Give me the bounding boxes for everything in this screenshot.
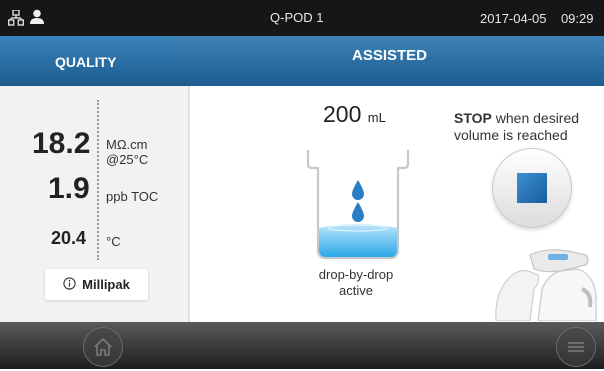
menu-icon xyxy=(568,342,584,352)
volume-display: 200 mL xyxy=(323,101,386,128)
header-bar: QUALITY ASSISTED xyxy=(0,36,604,86)
menu-button[interactable] xyxy=(556,327,596,367)
beaker-icon xyxy=(306,150,410,260)
user-icon[interactable] xyxy=(29,9,45,25)
home-icon xyxy=(94,337,112,356)
stop-instruction-bold: STOP xyxy=(454,110,492,126)
volume-value: 200 xyxy=(323,101,362,127)
temperature-value: 20.4 xyxy=(51,228,87,248)
resistivity-value: 18.2 xyxy=(32,127,91,160)
home-button[interactable] xyxy=(83,327,123,367)
dotted-separator xyxy=(97,100,99,260)
date-time: 2017-04-05 09:29 xyxy=(480,11,594,26)
tab-quality-label: QUALITY xyxy=(55,54,117,70)
stop-button[interactable] xyxy=(492,148,572,228)
network-icon xyxy=(8,10,24,26)
mode-title: ASSISTED xyxy=(352,47,428,64)
info-icon xyxy=(63,276,76,293)
device-name: Q-POD 1 xyxy=(270,10,324,25)
resistivity-temp: @25°C xyxy=(106,152,149,167)
stop-instruction: STOP when desired volume is reached xyxy=(454,110,604,144)
cartridge-label: Millipak xyxy=(82,277,130,292)
cartridge-button[interactable]: Millipak xyxy=(45,269,148,300)
status-bar: Q-POD 1 2017-04-05 09:29 xyxy=(0,0,604,36)
temperature-unit: °C xyxy=(106,234,121,249)
hand-dispenser-illustration xyxy=(495,249,597,321)
toc-value: 1.9 xyxy=(48,172,90,205)
dispense-mode-text: drop-by-drop active xyxy=(318,267,394,298)
toc-unit: ppb TOC xyxy=(106,189,159,204)
resistivity-unit: MΩ.cm xyxy=(106,137,148,152)
volume-unit: mL xyxy=(367,110,386,125)
stop-icon xyxy=(517,173,547,203)
